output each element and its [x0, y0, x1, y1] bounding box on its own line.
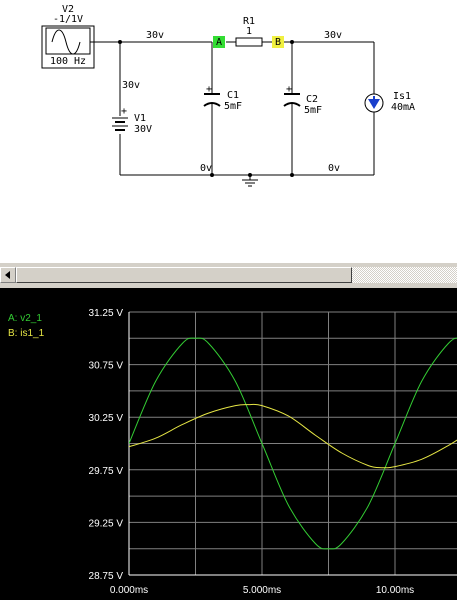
- is1-current-source[interactable]: Is1 40mA: [364, 91, 415, 113]
- node-label-bottom-right: 0v: [328, 163, 340, 174]
- r1-value: 1: [246, 26, 252, 37]
- c2-name: C2: [306, 94, 318, 105]
- probe-b[interactable]: B: [272, 36, 284, 48]
- c1-plus-icon: +: [206, 84, 212, 95]
- r1-resistor[interactable]: R1 1: [235, 16, 263, 47]
- y-tick-label: 28.75 V: [89, 571, 124, 582]
- y-tick-label: 30.75 V: [89, 361, 124, 372]
- v2-frequency: 100 Hz: [50, 56, 86, 67]
- node-label-top-left: 30v: [146, 30, 164, 41]
- grapher-panel[interactable]: A: v2_1 B: is1_1 31.25 V 30.75 V 30.25 V 29…: [0, 288, 457, 600]
- scroll-thumb[interactable]: [16, 267, 352, 283]
- y-tick-label: 29.25 V: [89, 518, 124, 529]
- node-label-bottom-left: 0v: [200, 163, 212, 174]
- v1-name: V1: [134, 113, 146, 124]
- junction-dots: [118, 40, 294, 177]
- legend-trace-b: B: is1_1: [8, 328, 45, 339]
- y-tick-label: 30.25 V: [89, 413, 124, 424]
- x-tick-label: 10.00ms: [376, 585, 414, 596]
- oscilloscope-chart[interactable]: 31.25 V 30.75 V 30.25 V 29.75 V 29.25 V 28.75…: [0, 288, 457, 600]
- node-label-left-vertical: 30v: [122, 80, 140, 91]
- y-tick-label: 31.25 V: [89, 308, 124, 319]
- probe-a-label: A: [216, 37, 222, 48]
- c1-capacitor[interactable]: + C1 5mF: [203, 84, 242, 112]
- c2-plus-icon: +: [286, 84, 292, 95]
- v1-value: 30V: [134, 124, 152, 135]
- v2-value: -1/1V: [53, 14, 83, 25]
- is1-value: 40mA: [391, 102, 415, 113]
- legend-trace-a: A: v2_1: [8, 313, 42, 324]
- schematic-svg: V2 -1/1V 100 Hz + V1 30V R1 1 A B + C1 5…: [41, 4, 415, 187]
- v1-battery[interactable]: + V1 30V: [112, 106, 152, 135]
- node-label-top-right: 30v: [324, 30, 342, 41]
- probe-a[interactable]: A: [213, 36, 225, 48]
- x-tick-label: 0.000ms: [110, 585, 148, 596]
- c2-capacitor[interactable]: + C2 5mF: [283, 84, 322, 116]
- schematic-canvas[interactable]: V2 -1/1V 100 Hz + V1 30V R1 1 A B + C1 5…: [0, 0, 457, 262]
- scroll-left-arrow-icon[interactable]: [0, 267, 16, 283]
- plus-icon: +: [121, 106, 127, 117]
- v2-ac-source[interactable]: V2 -1/1V 100 Hz: [41, 4, 95, 69]
- grid: [128, 311, 457, 576]
- series-line-b: [129, 403, 457, 469]
- is1-name: Is1: [393, 91, 411, 102]
- c2-value: 5mF: [304, 105, 322, 116]
- x-tick-label: 5.000ms: [243, 585, 281, 596]
- tick-labels: 31.25 V 30.75 V 30.25 V 29.75 V 29.25 V 28.75…: [89, 308, 415, 596]
- c1-value: 5mF: [224, 101, 242, 112]
- horizontal-scrollbar[interactable]: [0, 262, 457, 288]
- y-tick-label: 29.75 V: [89, 466, 124, 477]
- c1-name: C1: [227, 90, 239, 101]
- probe-b-label: B: [275, 37, 281, 48]
